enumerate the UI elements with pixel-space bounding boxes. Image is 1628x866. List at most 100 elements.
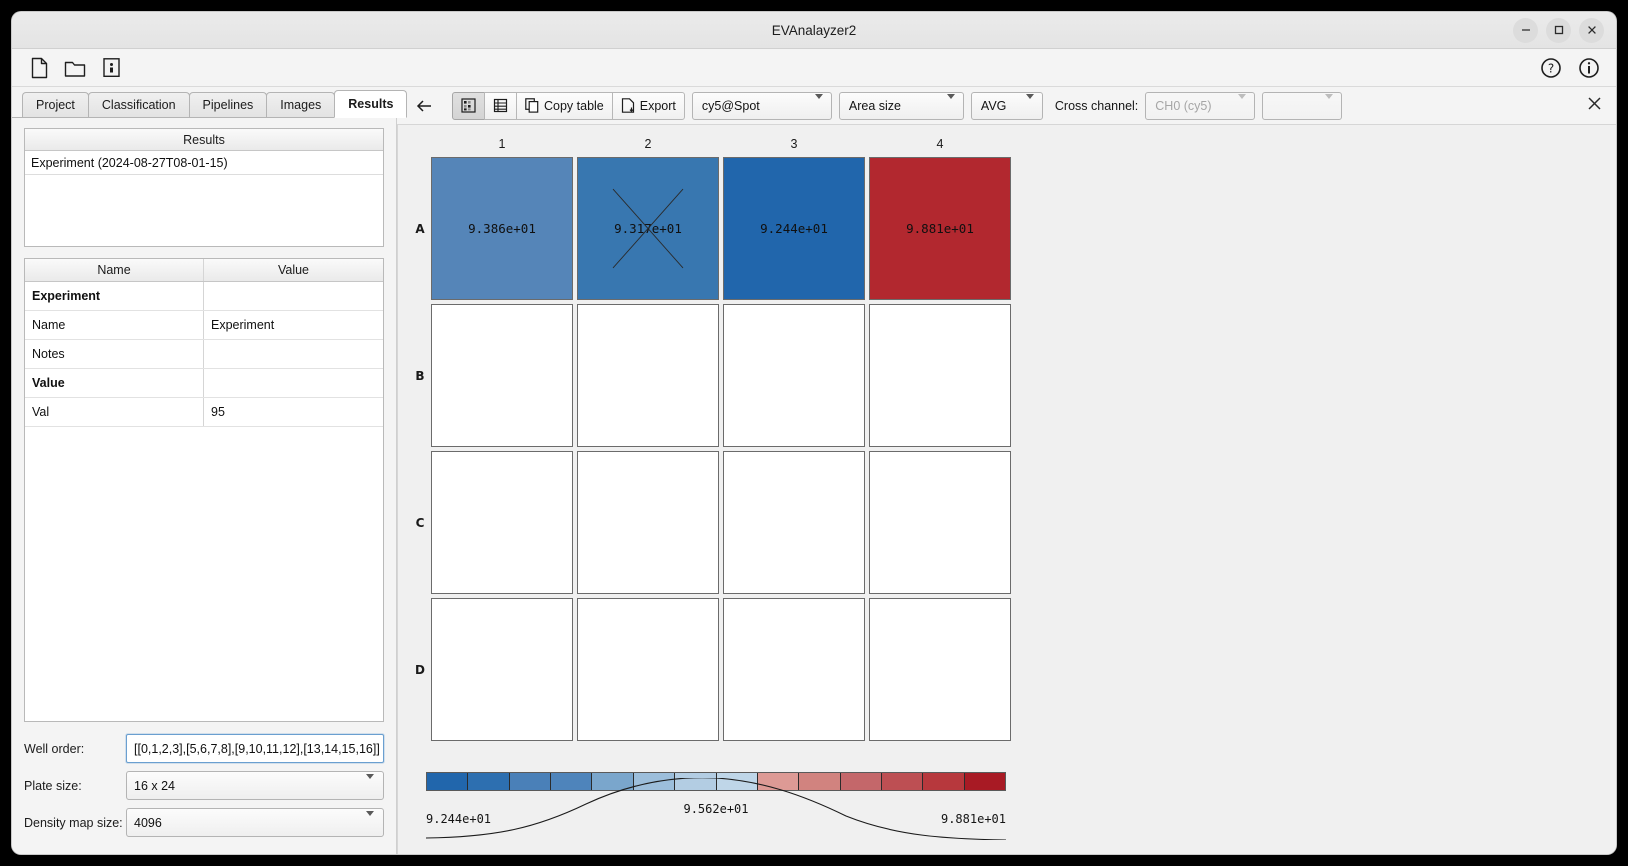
table-row[interactable]: Val 95 [25,398,383,427]
file-toolbar: ? [12,49,1616,87]
plate-size-select[interactable]: 16 x 24 [126,771,384,800]
well-B1[interactable] [431,304,573,447]
tab-pipelines[interactable]: Pipelines [188,92,268,117]
well-order-row: Well order: [[0,1,2,3],[5,6,7,8],[9,10,1… [24,733,385,764]
well-cell [867,302,1013,449]
close-panel-button[interactable] [1587,96,1602,116]
new-file-button[interactable] [26,55,52,81]
colorbar-segment-2 [509,773,552,790]
well-value-label: 9.386e+01 [468,221,536,236]
well-D3[interactable] [723,598,865,741]
colorbar-segment-4 [592,773,634,790]
close-icon [1588,96,1601,110]
measure-select[interactable]: Area size [838,91,964,120]
window-controls [1513,17,1604,43]
well-cell [721,449,867,596]
row-header-D: D [415,662,425,677]
chevron-down-icon [366,810,374,830]
cell-name: Val [25,398,204,426]
well-cell: 9.881e+01 [867,155,1013,302]
results-listbox: Results Experiment (2024-08-27T08-01-15) [24,128,384,247]
well-A4[interactable]: 9.881e+01 [869,157,1011,300]
well-D4[interactable] [869,598,1011,741]
colorbar-segment-9 [799,773,841,790]
copy-table-label: Copy table [544,98,604,113]
cell-value [204,282,383,310]
minimize-button[interactable] [1513,17,1538,43]
save-button[interactable] [98,55,124,81]
table-row[interactable]: Experiment [25,282,383,311]
well-C3[interactable] [723,451,865,594]
minimize-icon [1521,29,1530,31]
cell-value [204,369,383,397]
back-button[interactable] [407,92,442,120]
well-A3[interactable]: 9.244e+01 [723,157,865,300]
column-header-3: 3 [790,137,798,151]
plate-row-C: C [411,449,1013,596]
table-view-icon [493,98,508,113]
cross-channel-select[interactable]: CH0 (cy5) [1145,91,1256,120]
close-button[interactable] [1579,17,1604,43]
tab-classification-label: Classification [101,98,176,112]
tab-classification[interactable]: Classification [87,92,190,117]
density-map-size-select[interactable]: 4096 [126,808,384,837]
well-D1[interactable] [431,598,573,741]
colorbar-legend: 9.244e+01 9.562e+01 9.881e+01 [426,772,1006,844]
table-view-button[interactable] [484,91,517,120]
well-B3[interactable] [723,304,865,447]
cross-channel-select-secondary[interactable] [1262,91,1343,120]
chevron-down-icon [1238,93,1247,113]
cell-name: Value [25,369,204,397]
maximize-button[interactable] [1546,17,1571,43]
open-folder-button[interactable] [62,55,88,81]
plate-size-label: Plate size: [24,778,82,793]
tab-results[interactable]: Results [334,90,408,118]
well-A2[interactable]: 9.317e+01 [577,157,719,300]
row-header-C: C [415,515,425,530]
plate-row-D: D [411,596,1013,743]
export-button[interactable]: Export [611,91,685,120]
tab-results-label: Results [348,97,394,111]
tab-project[interactable]: Project [22,92,89,117]
plate-size-row: Plate size: 16 x 24 [24,770,384,801]
info-button[interactable] [1576,55,1602,81]
stat-select[interactable]: AVG [970,91,1043,120]
well-cell: 9.386e+01 [429,155,575,302]
properties-table-header: Name Value [25,259,383,282]
colorbar[interactable] [426,772,1006,791]
tab-images[interactable]: Images [266,92,336,117]
export-icon [621,98,634,113]
table-row[interactable]: Notes [25,340,383,369]
measure-select-value: Area size [848,98,902,113]
well-D2[interactable] [577,598,719,741]
plate-size-value: 16 x 24 [134,778,176,793]
heatmap-view-button[interactable] [452,91,485,120]
well-B4[interactable] [869,304,1011,447]
title-bar: EVAnalayzer2 [12,12,1616,49]
well-cell [575,302,721,449]
plate-grid: 1 2 3 4 A 9.386e+01 9.317e+01 9.244e+01 9.881e+0… [411,133,1013,743]
well-C1[interactable] [431,451,573,594]
tab-strip: Project Classification Pipelines Images … [12,90,408,118]
save-icon [102,58,120,77]
density-map-size-value: 4096 [134,815,162,830]
colorbar-mid-label: 9.562e+01 [683,802,749,816]
well-C2[interactable] [577,451,719,594]
help-icon: ? [1541,57,1561,78]
chevron-down-icon [814,93,823,113]
main-body: Project Classification Pipelines Images … [12,87,1616,854]
well-A1[interactable]: 9.386e+01 [431,157,573,300]
copy-table-button[interactable]: Copy table [516,91,613,120]
well-order-input[interactable]: [[0,1,2,3],[5,6,7,8],[9,10,11,12],[13,14… [125,733,385,764]
table-row[interactable]: Value [25,369,383,398]
heatmap-toolbar: Copy table Export cy5@Spot Area size AVG… [397,87,1616,125]
well-cell [575,449,721,596]
list-item[interactable]: Experiment (2024-08-27T08-01-15) [25,151,383,175]
help-button[interactable]: ? [1538,55,1564,81]
table-row[interactable]: Name Experiment [25,311,383,340]
channel-select[interactable]: cy5@Spot [691,91,832,120]
well-C4[interactable] [869,451,1011,594]
colorbar-max-label: 9.881e+01 [940,812,1006,826]
heatmap-view-icon [461,98,476,113]
well-B2[interactable] [577,304,719,447]
